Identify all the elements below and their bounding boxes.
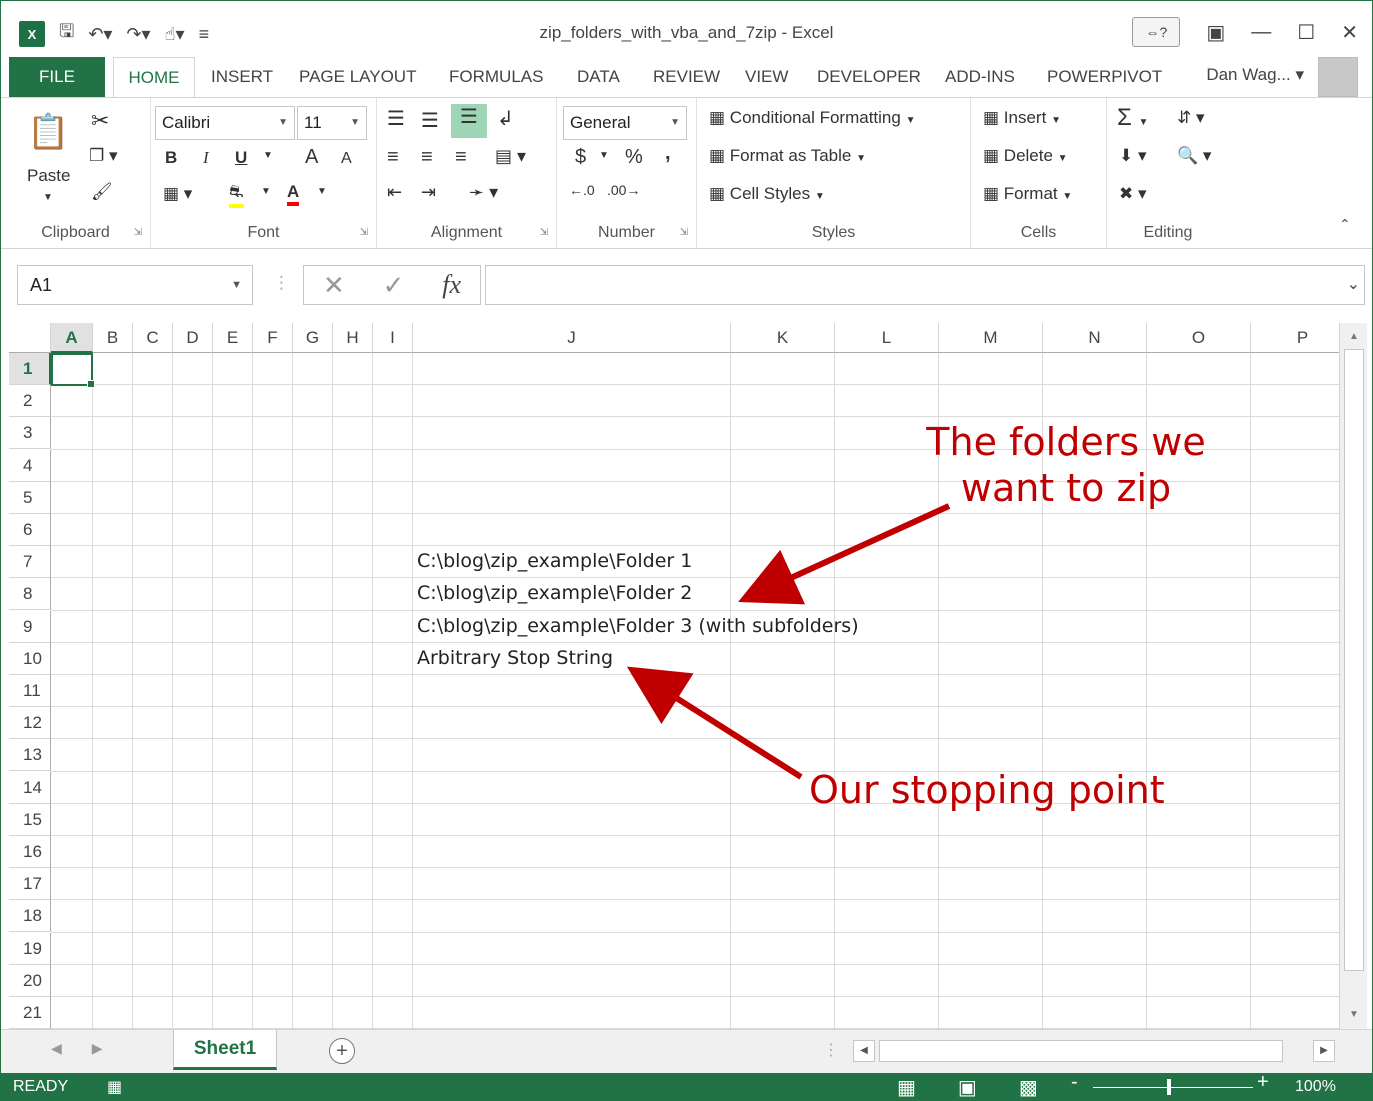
split-grip-icon[interactable]: ⋮ — [823, 1040, 839, 1060]
folders-annotation-line1: The folders we — [926, 420, 1206, 464]
horizontal-scroll-thumb[interactable] — [879, 1040, 1283, 1062]
status-mode: READY — [13, 1078, 69, 1095]
scroll-right-icon[interactable]: ▶ — [1313, 1040, 1335, 1062]
scroll-left-icon[interactable]: ◀ — [853, 1040, 875, 1062]
horizontal-scrollbar[interactable]: ◀ ▶ — [853, 1040, 1339, 1064]
sheet-tab-bar: ◀▶ Sheet1 + ⋮ ◀ ▶ — [1, 1029, 1372, 1073]
add-sheet-icon[interactable]: + — [329, 1038, 355, 1064]
excel-window: X 🖫 ↶▾ ↷▾ ☝▾ ≡ zip_folders_with_vba_and_… — [0, 0, 1373, 1101]
folders-annotation: The folders we want to zip — [911, 419, 1221, 511]
zoom-slider[interactable]: - + — [1071, 1071, 1273, 1097]
sheet-tab-sheet1[interactable]: Sheet1 — [173, 1030, 277, 1070]
sheet-nav-arrows-icon[interactable]: ◀▶ — [51, 1040, 133, 1057]
zoom-knob[interactable] — [1167, 1079, 1171, 1095]
stop-annotation: Our stopping point — [809, 768, 1165, 812]
stop-arrow — [626, 666, 803, 780]
zoom-track — [1093, 1087, 1253, 1088]
macro-record-icon[interactable]: ▦ — [107, 1077, 122, 1097]
annotation-arrows — [626, 503, 951, 780]
folders-annotation-line2: want to zip — [960, 466, 1172, 510]
folders-arrow — [738, 503, 951, 605]
view-buttons: ▦ ▣ ▩ — [897, 1075, 1038, 1100]
normal-view-icon[interactable]: ▦ — [897, 1075, 916, 1100]
status-bar: READY ▦ ▦ ▣ ▩ - + 100% — [1, 1071, 1372, 1100]
zoom-in-icon[interactable]: + — [1257, 1071, 1269, 1094]
zoom-level[interactable]: 100% — [1295, 1078, 1336, 1096]
zoom-out-icon[interactable]: - — [1071, 1071, 1078, 1094]
page-break-view-icon[interactable]: ▩ — [1019, 1075, 1038, 1100]
page-layout-view-icon[interactable]: ▣ — [958, 1075, 977, 1100]
